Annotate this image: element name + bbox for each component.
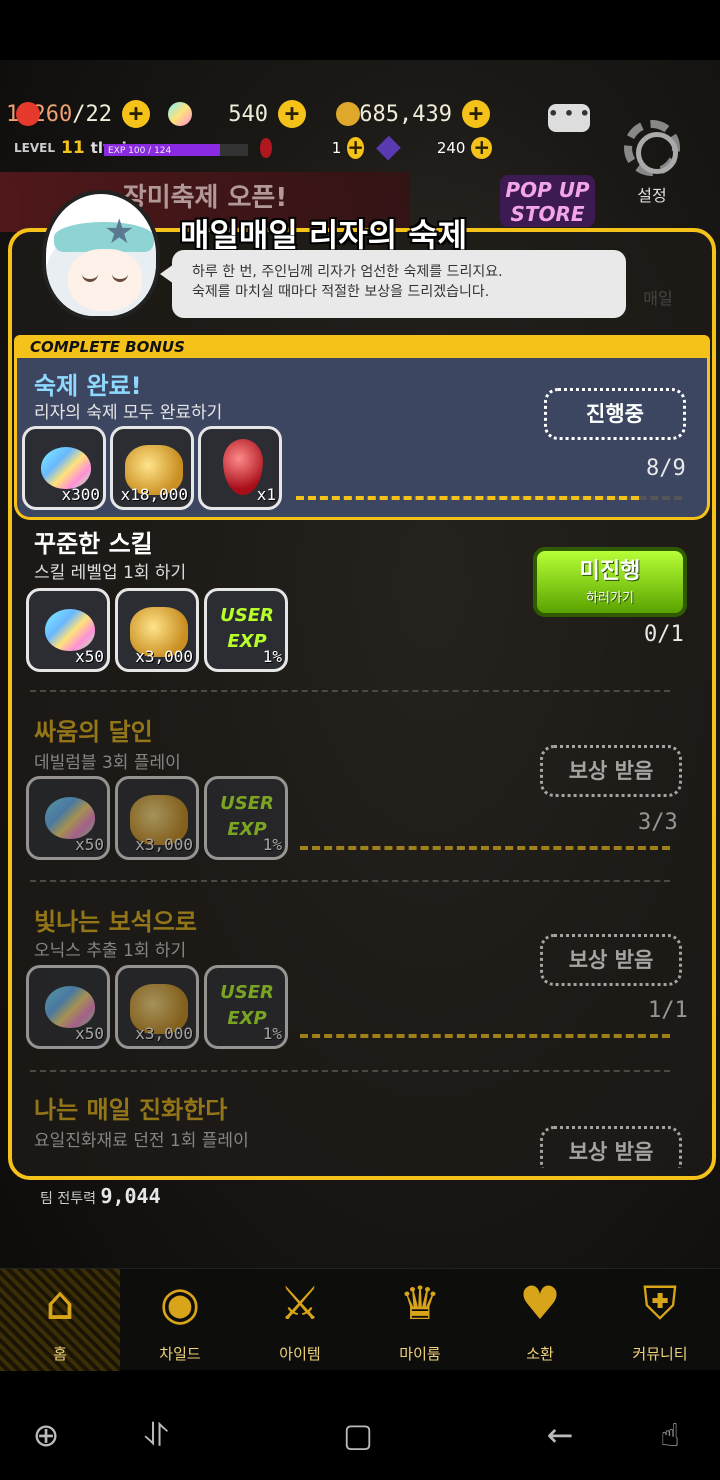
- quest-progress-fill: [300, 1034, 670, 1038]
- reward-gem: x50: [26, 776, 110, 860]
- gem-icon: [45, 986, 95, 1028]
- reward-gold: x3,000: [115, 588, 199, 672]
- quest-progress-text: 3/3: [638, 810, 678, 835]
- top-hud: 1,260/22 + 540 + 685,439 + LEVEL 11 tlys…: [0, 96, 720, 171]
- reward-gem: x300: [22, 426, 106, 510]
- system-navigation-bar: ⊕ ⥯ ▢ ← ☝: [0, 1385, 720, 1480]
- back-icon[interactable]: ←: [540, 1415, 580, 1455]
- reward-exp: USER EXP 1%: [204, 965, 288, 1049]
- shield-icon: ⛨: [642, 1276, 678, 1330]
- quest-desc: 오닉스 추출 1회 하기: [34, 941, 187, 961]
- heart-icon: [16, 102, 40, 126]
- settings-button[interactable]: 설정: [620, 120, 684, 210]
- add-hearts-button[interactable]: +: [122, 100, 150, 128]
- game-tools-icon[interactable]: ⊕: [26, 1415, 66, 1455]
- quest-desc: 스킬 레벨업 1회 하기: [34, 563, 187, 583]
- nav-community[interactable]: ⛨ 커뮤니티: [600, 1269, 720, 1371]
- potion-heart-icon: ♥: [519, 1276, 561, 1330]
- reward-exp: USER EXP 1%: [204, 588, 288, 672]
- gold-coin-icon: [336, 102, 360, 126]
- divider: [30, 1070, 670, 1072]
- ruby-icon: [260, 138, 272, 158]
- reward-gold: x3,000: [115, 965, 199, 1049]
- add-gold-button[interactable]: +: [462, 100, 490, 128]
- bonus-title: 숙제 완료!: [34, 372, 142, 400]
- quest-desc: 데빌럼블 3회 플레이: [34, 753, 181, 773]
- bottom-navigation: ⌂ 홈 ◉ 차일드 ⚔ 아이템 ♛ 마이룸 ♥ 소환 ⛨ 커뮤니티: [0, 1268, 720, 1371]
- divider: [30, 690, 670, 692]
- star-hairpin-icon: ★: [104, 212, 135, 252]
- bonus-progress-fill: [296, 496, 639, 500]
- exp-bar: EXP 100 / 124: [104, 144, 248, 156]
- bonus-progress-text: 8/9: [646, 456, 686, 481]
- crystal-counter: 240 +: [376, 135, 492, 161]
- gear-icon: [624, 120, 680, 176]
- liza-avatar: ★: [42, 190, 160, 320]
- divider: [30, 880, 670, 882]
- reward-gold: x18,000: [110, 426, 194, 510]
- quest-button-clip: 보상 받음: [536, 1122, 686, 1168]
- flame-eye-icon: ◉: [159, 1276, 201, 1330]
- nav-myroom[interactable]: ♛ 마이룸: [360, 1269, 480, 1371]
- home-button-icon[interactable]: ▢: [338, 1415, 378, 1455]
- sword-shield-icon: ⚔: [279, 1276, 321, 1330]
- add-crystal-button[interactable]: +: [471, 137, 492, 159]
- gem-icon: [45, 797, 95, 839]
- reward-ruby: x1: [198, 426, 282, 510]
- touch-icon[interactable]: ☝: [650, 1415, 690, 1455]
- reward-gem: x50: [26, 588, 110, 672]
- nav-item[interactable]: ⚔ 아이템: [240, 1269, 360, 1371]
- speech-bubble: 하루 한 번, 주인님께 리자가 엄선한 숙제를 드리지요. 숙제를 마치실 때…: [160, 250, 626, 318]
- add-gems-button[interactable]: +: [278, 100, 306, 128]
- add-ruby-button[interactable]: +: [347, 137, 364, 159]
- chat-icon[interactable]: • • •: [548, 104, 590, 132]
- quest-progress-text: 0/1: [644, 622, 684, 647]
- gems-counter: 540 +: [162, 96, 308, 132]
- gem-icon: [41, 447, 91, 489]
- reward-gem: x50: [26, 965, 110, 1049]
- reward-received-button[interactable]: 보상 받음: [540, 745, 682, 797]
- popup-store-icon[interactable]: POP UP STORE: [500, 175, 595, 227]
- reward-exp: USER EXP 1%: [204, 776, 288, 860]
- crystal-icon: [376, 135, 401, 161]
- ruby-counter: 1 +: [260, 136, 364, 160]
- bonus-status-button[interactable]: 진행중: [544, 388, 686, 440]
- crown-wreath-icon: ♛: [399, 1276, 441, 1330]
- quest-desc: 요일진화재료 던전 1회 플레이: [34, 1131, 249, 1151]
- gem-icon: [168, 102, 192, 126]
- bonus-desc: 리자의 숙제 모두 완료하기: [34, 403, 223, 423]
- complete-bonus-tag: COMPLETE BONUS: [14, 335, 710, 359]
- reward-received-button[interactable]: 보상 받음: [540, 1126, 682, 1168]
- reward-received-button[interactable]: 보상 받음: [540, 934, 682, 986]
- quest-title: 빛나는 보석으로: [34, 908, 197, 936]
- quest-title: 나는 매일 진화한다: [34, 1096, 228, 1124]
- recent-apps-icon[interactable]: ⥯: [136, 1415, 176, 1455]
- hearts-counter: 1,260/22 +: [6, 96, 152, 132]
- nav-summon[interactable]: ♥ 소환: [480, 1269, 600, 1371]
- quest-progress-fill: [300, 846, 670, 850]
- gem-icon: [45, 609, 95, 651]
- nav-home[interactable]: ⌂ 홈: [0, 1269, 120, 1371]
- reward-gold: x3,000: [115, 776, 199, 860]
- quest-progress-text: 1/1: [648, 998, 688, 1023]
- home-arch-icon: ⌂: [45, 1276, 75, 1330]
- quest-title: 싸움의 달인: [34, 718, 153, 746]
- team-power: 팀 전투력 9,044: [40, 1184, 161, 1208]
- go-do-quest-button[interactable]: 미진행 하러가기: [533, 547, 687, 617]
- quest-title: 꾸준한 스킬: [34, 530, 153, 558]
- nav-child[interactable]: ◉ 차일드: [120, 1269, 240, 1371]
- gold-counter: 685,439 +: [330, 96, 492, 132]
